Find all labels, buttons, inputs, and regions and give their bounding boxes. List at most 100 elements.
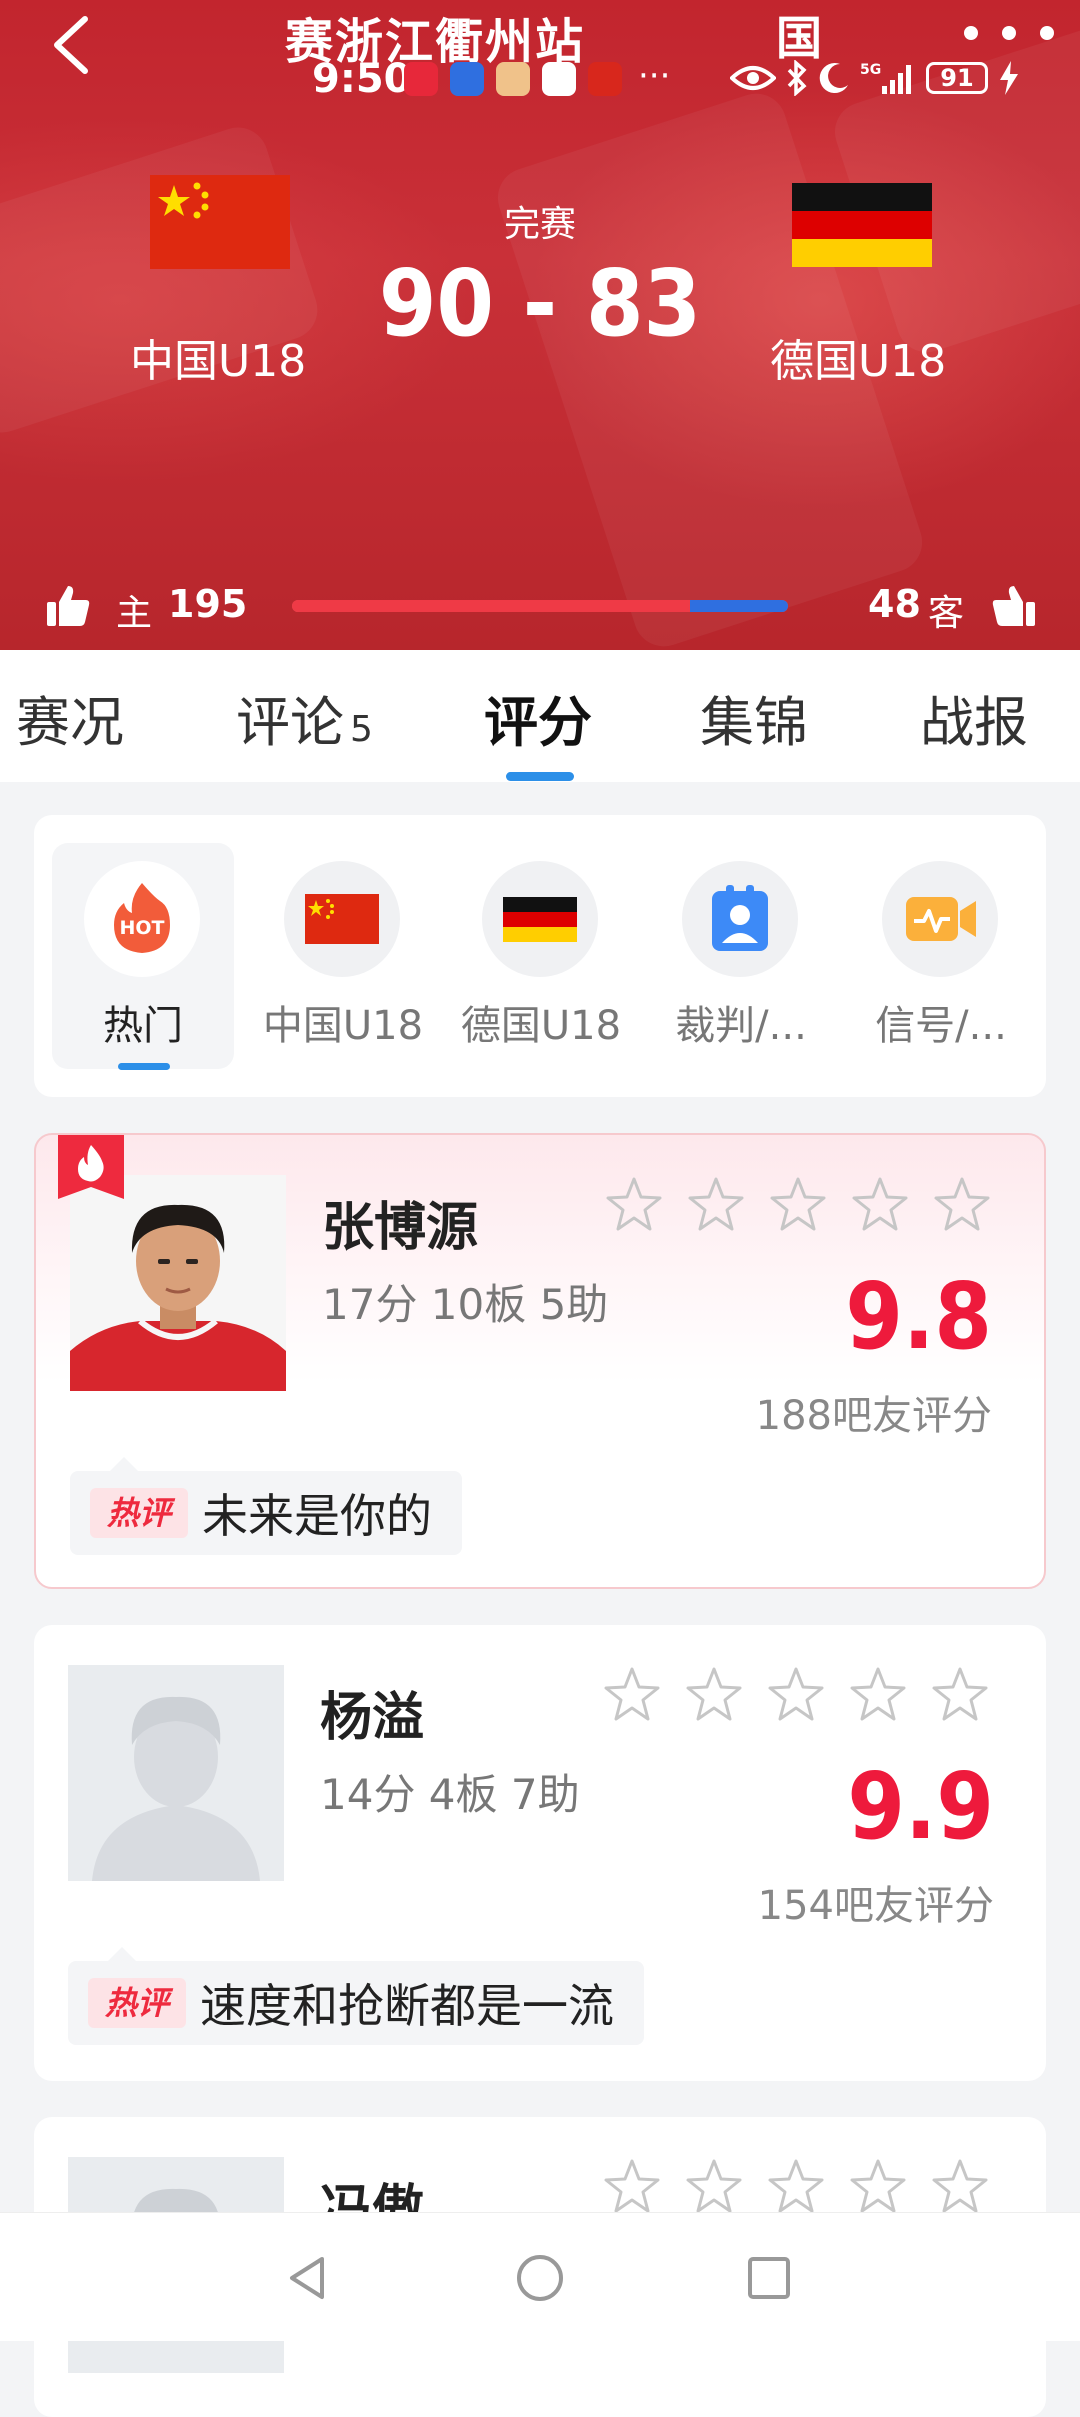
app-notification-icon [588,62,622,96]
notification-icons [404,62,622,96]
star-icon[interactable] [932,1175,992,1235]
battery-indicator: 91 [926,62,988,94]
player-card[interactable]: 张博源 17分 10板 5助 9.8 188吧友评分 热评 未来是你的 [34,1133,1046,1589]
away-support-label: 客 [928,593,965,634]
star-icon[interactable] [602,2157,662,2217]
nav-home-icon[interactable] [505,2243,575,2313]
player-rating-score: 9.9 [847,1753,994,1860]
star-icon[interactable] [684,2157,744,2217]
filter-icon-circle [882,861,998,977]
filter-broadcast[interactable]: 信号/... [850,843,1032,1069]
active-filter-indicator [118,1063,170,1070]
tab-bar: 赛况 评论 5 评分 集锦 战报 [0,650,1080,782]
hot-comment[interactable]: 热评 速度和抢断都是一流 [68,1947,644,2045]
support-ratio-bar [292,600,788,612]
rating-stars [602,1665,990,1725]
filter-hot[interactable]: HOT 热门 [52,843,234,1070]
system-status-icons: 5G 91 [730,60,1020,96]
app-notification-icon [450,62,484,96]
star-icon[interactable] [766,2157,826,2217]
china-flag [150,175,290,269]
tab-label: 赛况 [16,691,124,754]
filter-china-u18[interactable]: 中国U18 [252,843,434,1069]
star-icon[interactable] [604,1175,664,1235]
svg-text:HOT: HOT [119,917,164,939]
more-dot-icon [1040,26,1054,40]
germany-flag-icon [503,897,577,942]
filter-label: 信号/... [875,1003,1007,1049]
filter-germany-u18[interactable]: 德国U18 [450,843,632,1069]
header-decoration [0,119,326,441]
nav-recents-icon[interactable] [734,2243,804,2313]
more-dot-icon [1002,26,1016,40]
tab-highlights[interactable]: 集锦 [700,678,808,757]
referee-icon [712,885,768,951]
hot-comment-text: 未来是你的 [202,1489,432,1543]
filter-icon-circle: HOT [84,861,200,977]
filter-icon-circle [482,861,598,977]
filter-icon-circle [284,861,400,977]
charging-bolt-icon [1000,61,1018,95]
tab-label: 战报 [920,691,1028,754]
tab-label: 评论 [236,691,344,754]
player-rating-votes: 188吧友评分 [755,1393,992,1439]
player-avatar-placeholder [68,1665,284,1881]
hot-comment[interactable]: 热评 未来是你的 [70,1457,462,1555]
broadcast-icon [906,897,976,941]
hot-icon: HOT [114,883,170,953]
tab-ratings[interactable]: 评分 [484,678,592,757]
star-icon[interactable] [768,1175,828,1235]
more-dot-icon [964,26,978,40]
system-navigation-bar [0,2212,1080,2341]
player-rating-votes: 154吧友评分 [757,1883,994,1929]
app-notification-icon [496,62,530,96]
match-header: 赛浙江衢州站 国 9:50 ··· 5G 91 中国U18 完赛 90 - 83… [0,0,1080,650]
star-icon[interactable] [930,2157,990,2217]
away-team-name: 德国U18 [770,336,947,387]
away-support-count: 48 [868,582,921,626]
player-stats: 17分 10板 5助 [322,1280,609,1329]
star-icon[interactable] [848,1665,908,1725]
germany-flag-icon [792,183,932,267]
player-name: 杨溢 [320,1688,425,1748]
default-avatar-icon [68,1665,284,1881]
eye-icon [730,66,776,90]
status-time: 9:50 [312,56,412,102]
home-support-label: 主 [116,593,153,634]
tab-report[interactable]: 战报 [920,678,1028,757]
app-notification-icon [542,62,576,96]
match-status: 完赛 [503,204,576,245]
home-support-count: 195 [168,582,248,626]
home-support-fill [292,600,690,612]
nav-back-icon[interactable] [274,2243,344,2313]
tab-count-badge: 5 [350,709,373,750]
star-icon[interactable] [684,1665,744,1725]
rating-stars [604,1175,992,1235]
away-like-icon[interactable] [990,582,1038,630]
player-stats: 14分 4板 7助 [320,1770,580,1819]
star-icon[interactable] [602,1665,662,1725]
star-icon[interactable] [850,1175,910,1235]
star-icon[interactable] [930,1665,990,1725]
rating-filter-card: HOT 热门 中国U18 德国U18 裁判/... 信号/... [34,815,1046,1097]
china-flag-icon [305,894,379,944]
star-icon[interactable] [686,1175,746,1235]
player-card[interactable]: 杨溢 14分 4板 7助 9.9 154吧友评分 热评 速度和抢断都是一流 [34,1625,1046,2081]
signal-5g-icon: 5G [860,62,911,94]
more-button[interactable] [958,20,1068,50]
home-team-name: 中国U18 [130,336,307,387]
svg-text:5G: 5G [860,62,881,78]
home-like-icon[interactable] [44,582,92,630]
hot-comment-tag: 热评 [88,1978,186,2028]
hot-comment-text: 速度和抢断都是一流 [200,1979,614,2033]
support-row: 主 195 48 客 [0,578,1080,634]
star-icon[interactable] [766,1665,826,1725]
filter-referee[interactable]: 裁判/... [650,843,832,1069]
tab-comments[interactable]: 评论 5 [236,678,373,757]
more-notifications-icon: ··· [638,56,671,96]
hot-comment-tag: 热评 [90,1488,188,1538]
tab-label: 集锦 [700,691,808,754]
tab-live[interactable]: 赛况 [16,678,124,757]
player-photo [70,1175,286,1391]
star-icon[interactable] [848,2157,908,2217]
